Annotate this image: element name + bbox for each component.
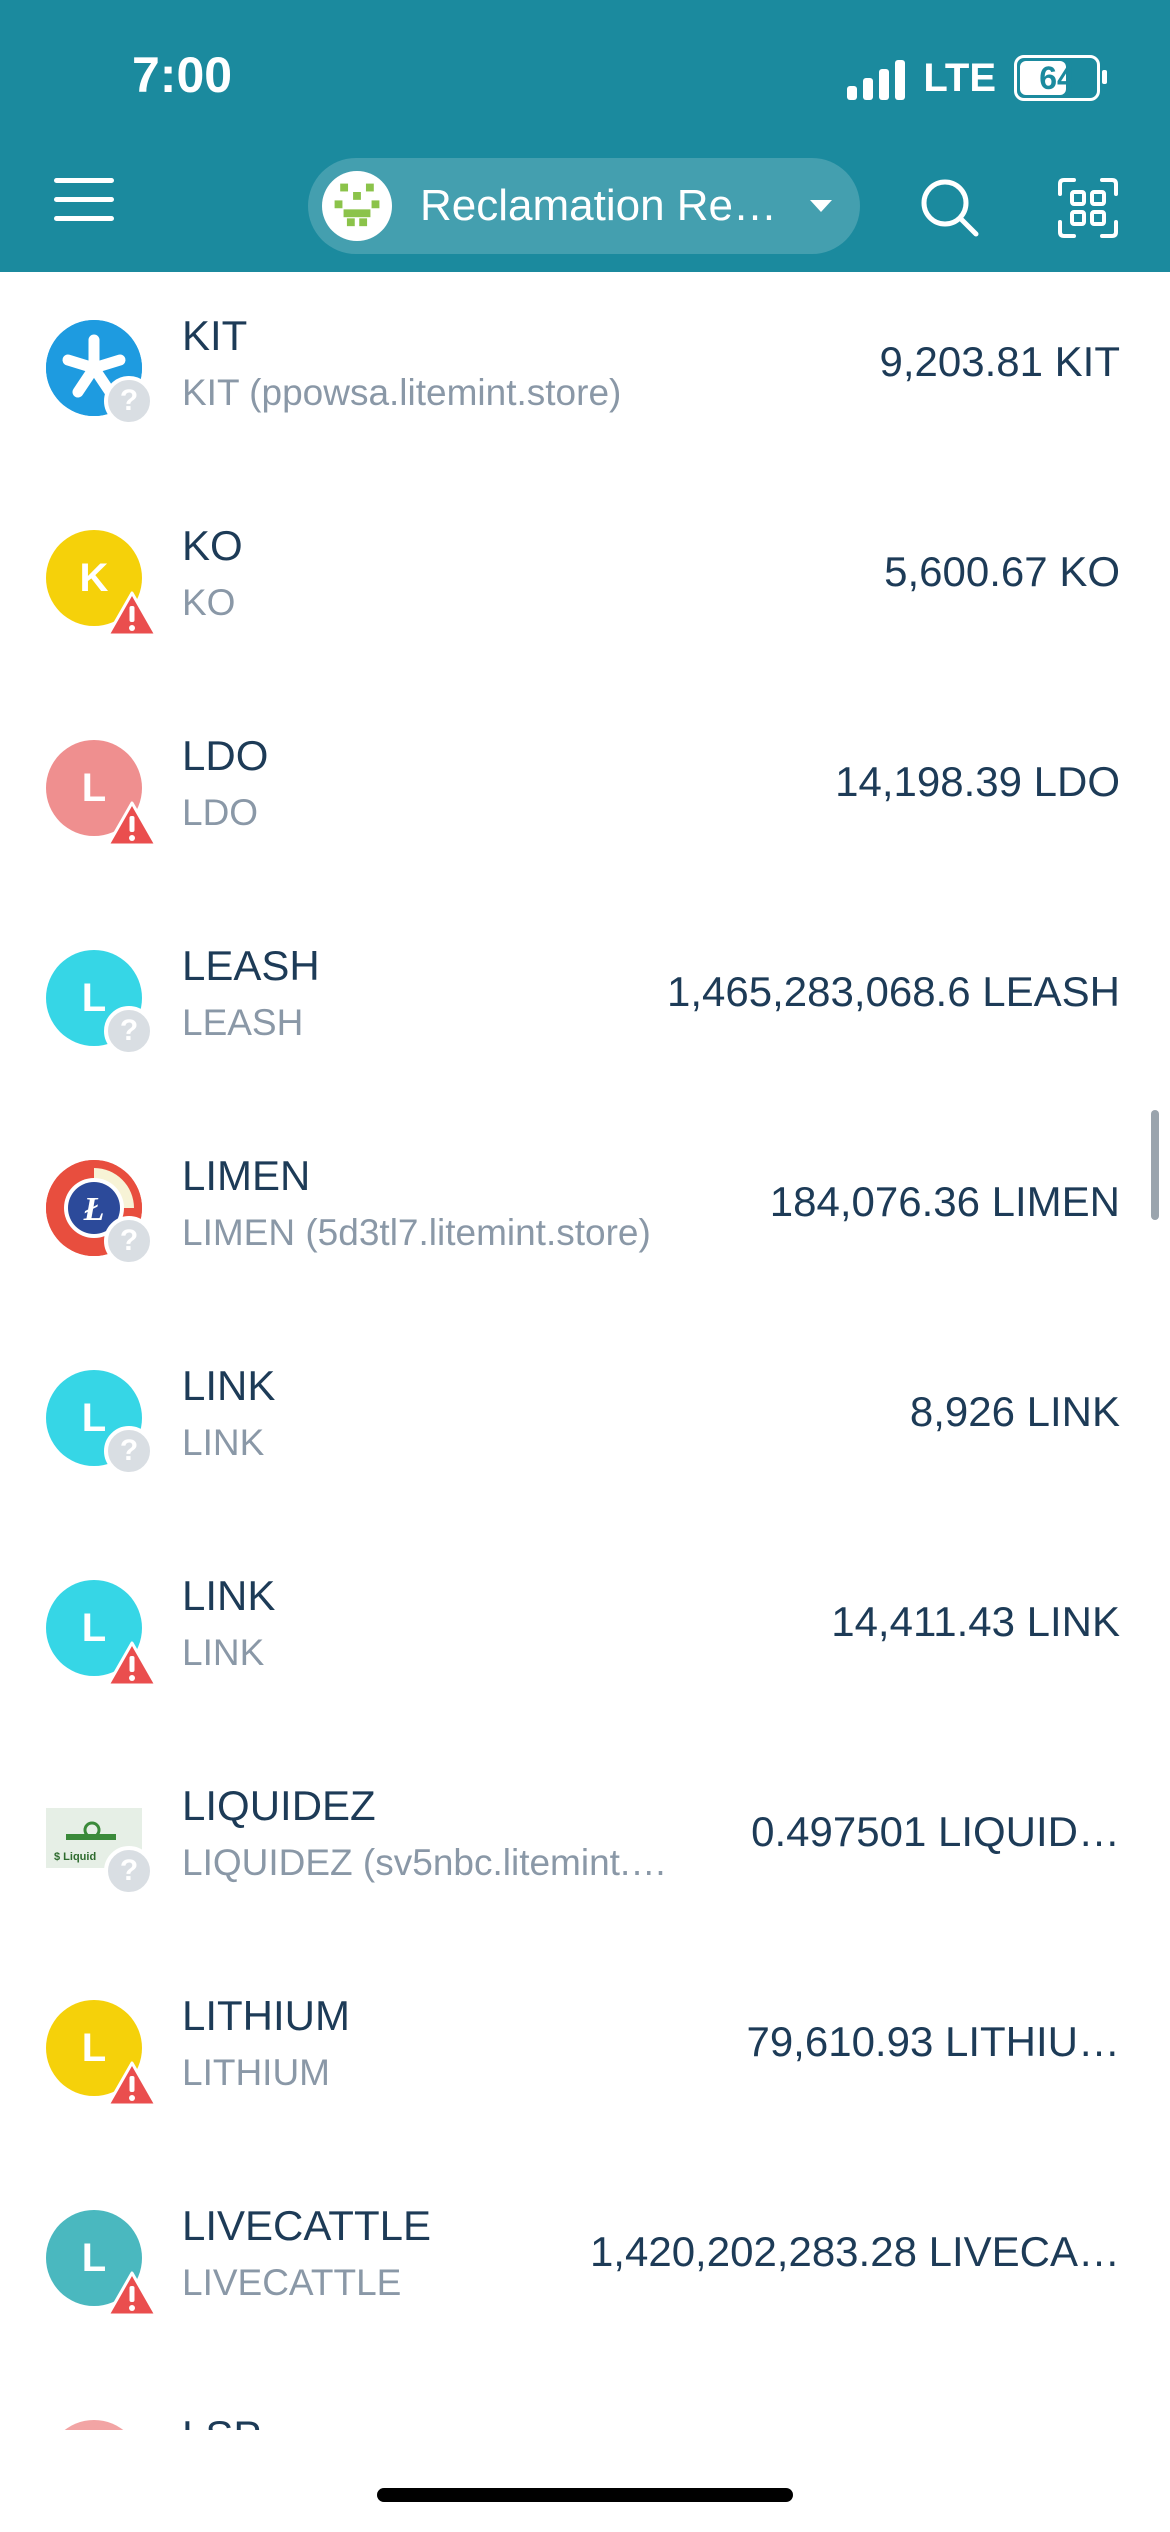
token-balance: 8,926 LINK — [909, 1388, 1120, 1435]
account-name: Reclamation Re… — [420, 181, 778, 230]
bottom-area — [0, 2430, 1170, 2532]
warning-icon — [106, 590, 158, 638]
warning-icon — [106, 2060, 158, 2108]
status-icons: LTE 64 — [847, 48, 1107, 108]
token-row[interactable]: L? LINK LINK 8,926 LINK — [0, 1322, 1170, 1532]
token-balance: 184,076.36 LIMEN — [769, 1178, 1120, 1225]
question-mark-icon: ? — [104, 1426, 154, 1476]
token-row[interactable]: $ Liquid? LIQUIDEZ LIQUIDEZ (sv5nbc.litemi… — [0, 1742, 1170, 1952]
battery-icon: 64 — [1014, 55, 1107, 101]
token-balance: 1,420,202,283.28 LIVECA… — [589, 2228, 1120, 2275]
token-issuer: LITHIUM — [182, 2052, 330, 2093]
token-issuer: LIMEN (5d3tl7.litemint.store) — [182, 1212, 651, 1253]
signal-icon — [847, 56, 906, 100]
token-letter: L — [81, 1605, 107, 1650]
token-name: LEASH — [182, 942, 320, 989]
token-letter: L — [81, 2025, 107, 2070]
token-issuer: LIQUIDEZ (sv5nbc.litemint.… — [182, 1842, 668, 1883]
token-row[interactable]: LSP — [0, 2372, 1170, 2432]
account-avatar — [322, 171, 392, 241]
question-mark-icon: ? — [104, 1846, 154, 1896]
token-issuer: LINK — [182, 1632, 265, 1673]
token-balance: 14,198.39 LDO — [835, 758, 1120, 805]
token-name: KO — [182, 522, 243, 569]
token-letter: L — [81, 765, 107, 810]
qr-scan-icon[interactable] — [1056, 176, 1120, 240]
token-name: LDO — [182, 732, 269, 779]
question-mark-icon: ? — [104, 376, 154, 426]
token-name: LINK — [182, 1572, 276, 1619]
token-name: LITHIUM — [182, 1992, 350, 2039]
warning-icon — [106, 1640, 158, 1688]
token-name: LINK — [182, 1362, 276, 1409]
search-icon[interactable] — [918, 176, 982, 240]
token-balance: 14,411.43 LINK — [831, 1598, 1120, 1645]
token-name: LIMEN — [182, 1152, 311, 1199]
token-letter: K — [79, 555, 109, 600]
token-row[interactable]: L? LEASH LEASH 1,465,283,068.6 LEASH — [0, 902, 1170, 1112]
token-name: LSP — [182, 2412, 261, 2432]
token-letter: L — [81, 1395, 107, 1440]
question-mark-icon: ? — [104, 1216, 154, 1266]
token-balance: 79,610.93 LITHIU… — [746, 2018, 1120, 2065]
token-name: LIQUIDEZ — [182, 1782, 376, 1829]
chevron-down-icon — [810, 200, 832, 212]
token-letter: L — [81, 2235, 107, 2280]
token-row[interactable]: Ł? LIMEN LIMEN (5d3tl7.litemint.store) 184,… — [0, 1112, 1170, 1322]
token-row[interactable]: L LINK LINK 14,411.43 LINK — [0, 1532, 1170, 1742]
svg-text:$ Liquid: $ Liquid — [54, 1851, 96, 1863]
warning-icon — [106, 2270, 158, 2318]
token-balance: 5,600.67 KO — [884, 548, 1120, 595]
token-balance: 0.497501 LIQUID… — [751, 1808, 1120, 1855]
token-issuer: LEASH — [182, 1002, 304, 1043]
network-type: LTE — [923, 55, 996, 100]
token-row[interactable]: L LDO LDO 14,198.39 LDO — [0, 692, 1170, 902]
token-row[interactable]: K KO KO 5,600.67 KO — [0, 482, 1170, 692]
token-issuer: LDO — [182, 792, 259, 833]
account-selector[interactable]: Reclamation Re… — [308, 158, 860, 254]
token-letter: L — [81, 975, 107, 1020]
question-mark-icon: ? — [104, 1006, 154, 1056]
warning-icon — [106, 800, 158, 848]
token-issuer: LIVECATTLE — [182, 2262, 402, 2303]
token-name: LIVECATTLE — [182, 2202, 431, 2249]
home-indicator[interactable] — [377, 2488, 793, 2502]
token-row[interactable]: ? KIT KIT (ppowsa.litemint.store) 9,203.81 … — [0, 272, 1170, 482]
token-list[interactable]: ? KIT KIT (ppowsa.litemint.store) 9,203.81 … — [0, 272, 1170, 2432]
token-row[interactable]: L LITHIUM LITHIUM 79,610.93 LITHIU… — [0, 1952, 1170, 2162]
scrollbar[interactable] — [1151, 1110, 1159, 1220]
token-issuer: KO — [182, 582, 236, 623]
token-name: KIT — [182, 312, 248, 359]
token-balance: 9,203.81 KIT — [879, 338, 1121, 385]
svg-text:Ł: Ł — [83, 1191, 105, 1228]
token-row[interactable]: L LIVECATTLE LIVECATTLE 1,420,202,283.28 LI… — [0, 2162, 1170, 2372]
battery-level: 64 — [1039, 59, 1075, 96]
top-app-bar: 7:00 LTE 64 Reclamation Re… — [0, 0, 1170, 272]
token-balance: 1,465,283,068.6 LEASH — [666, 968, 1120, 1015]
hamburger-menu-icon[interactable] — [54, 178, 114, 226]
status-time: 7:00 — [132, 47, 233, 103]
token-issuer: LINK — [182, 1422, 265, 1463]
token-issuer: KIT (ppowsa.litemint.store) — [182, 372, 622, 413]
